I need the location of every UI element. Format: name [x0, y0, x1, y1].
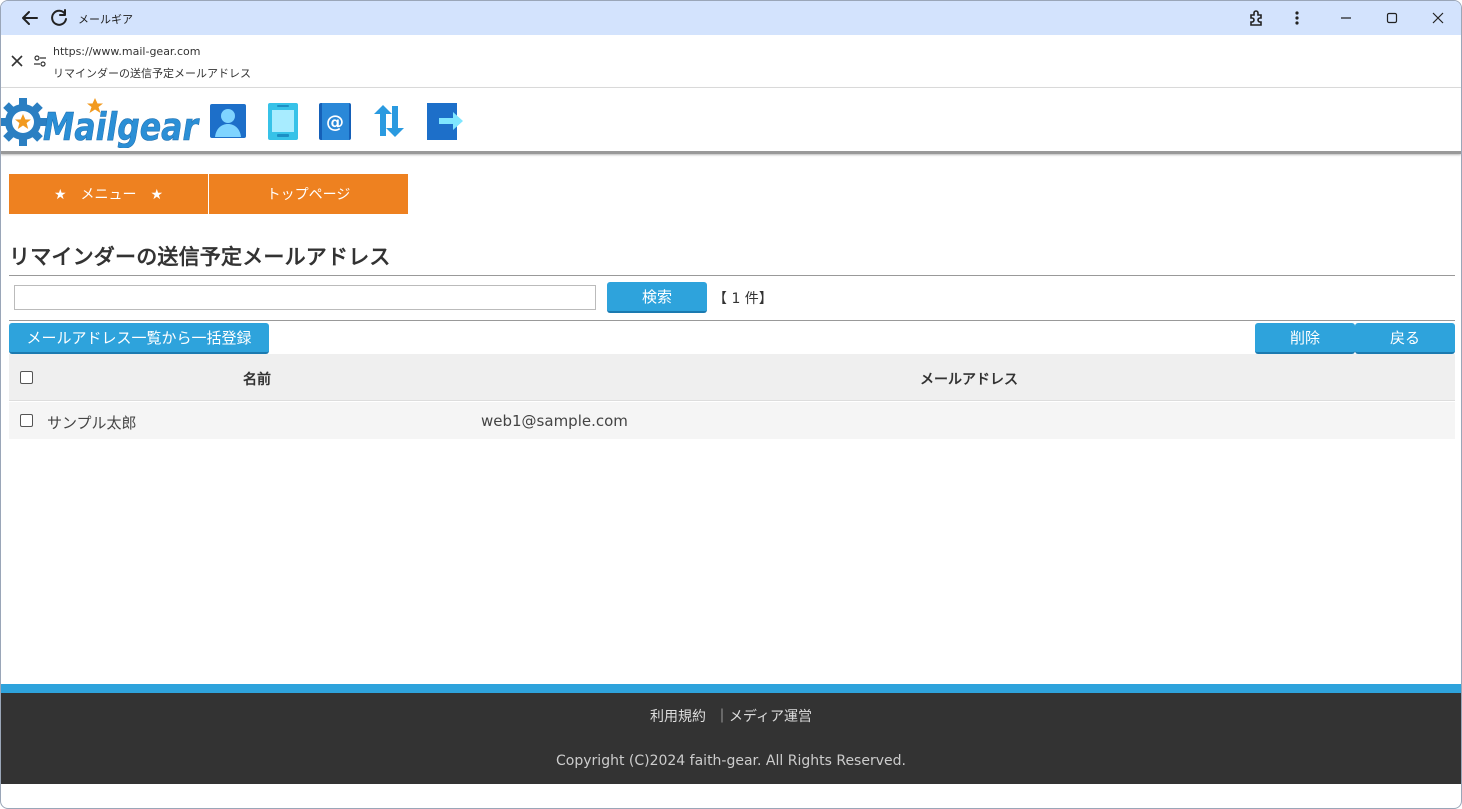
search-input[interactable] [14, 285, 596, 310]
address-bar: https://www.mail-gear.com リマインダーの送信予定メール… [1, 35, 1461, 88]
back-button[interactable]: 戻る [1355, 323, 1455, 354]
row-checkbox[interactable] [20, 414, 33, 427]
logo-text: Mailgear [43, 105, 200, 148]
sync-icon[interactable] [369, 101, 407, 141]
divider [9, 275, 1455, 276]
column-header-email: メールアドレス [920, 372, 1018, 388]
footer-accent-bar [1, 684, 1461, 693]
mailgear-logo[interactable]: Mailgear [1, 96, 201, 149]
column-header-name: 名前 [243, 372, 271, 388]
tab-title: メールギア [78, 13, 133, 26]
extensions-icon[interactable] [1242, 7, 1272, 29]
more-options-icon[interactable] [1282, 7, 1312, 29]
search-button[interactable]: 検索 [607, 282, 707, 313]
close-icon[interactable] [9, 53, 25, 69]
close-window-icon[interactable] [1423, 7, 1453, 29]
browser-window: メールギア https://www.mail-gear.com リマインダーの送… [0, 0, 1462, 809]
url-text[interactable]: https://www.mail-gear.com [53, 45, 200, 58]
footer-links: 利用規約 ｜メディア運営 [1, 706, 1461, 726]
menu-tab[interactable]: ★ メニュー ★ [9, 174, 208, 214]
terms-link[interactable]: 利用規約 [650, 709, 706, 725]
footer: 利用規約 ｜メディア運営 Copyright (C)2024 faith-gea… [1, 693, 1461, 784]
table-header: 名前 メールアドレス [9, 354, 1455, 401]
minimize-icon[interactable] [1331, 7, 1361, 29]
title-bar: メールギア [1, 1, 1461, 35]
media-link[interactable]: メディア運営 [729, 709, 812, 725]
page-title-text: リマインダーの送信予定メールアドレス [53, 67, 251, 80]
row-name: サンプル太郎 [47, 414, 137, 432]
user-icon[interactable] [209, 101, 247, 141]
address-book-icon[interactable]: @ [316, 101, 354, 141]
table-row[interactable]: サンプル太郎 web1@sample.com [9, 402, 1455, 439]
back-arrow-icon[interactable] [19, 7, 41, 29]
result-count: 【 1 件】 [713, 291, 773, 307]
delete-button[interactable]: 削除 [1255, 323, 1355, 354]
maximize-icon[interactable] [1377, 7, 1407, 29]
app-header: Mailgear @ [1, 88, 1461, 154]
select-all-checkbox[interactable] [20, 371, 33, 384]
footer-separator: ｜ [714, 709, 729, 725]
copyright: Copyright (C)2024 faith-gear. All Rights… [556, 753, 906, 769]
tablet-icon[interactable] [264, 101, 302, 141]
page-title: リマインダーの送信予定メールアドレス [9, 245, 391, 269]
svg-text:@: @ [326, 112, 344, 133]
reload-icon[interactable] [48, 7, 70, 29]
logout-icon[interactable] [425, 101, 463, 141]
row-email: web1@sample.com [481, 412, 628, 430]
divider [9, 320, 1455, 321]
top-page-tab[interactable]: トップページ [209, 174, 408, 214]
site-settings-icon[interactable] [32, 53, 48, 69]
bulk-register-button[interactable]: メールアドレス一覧から一括登録 [9, 323, 269, 354]
